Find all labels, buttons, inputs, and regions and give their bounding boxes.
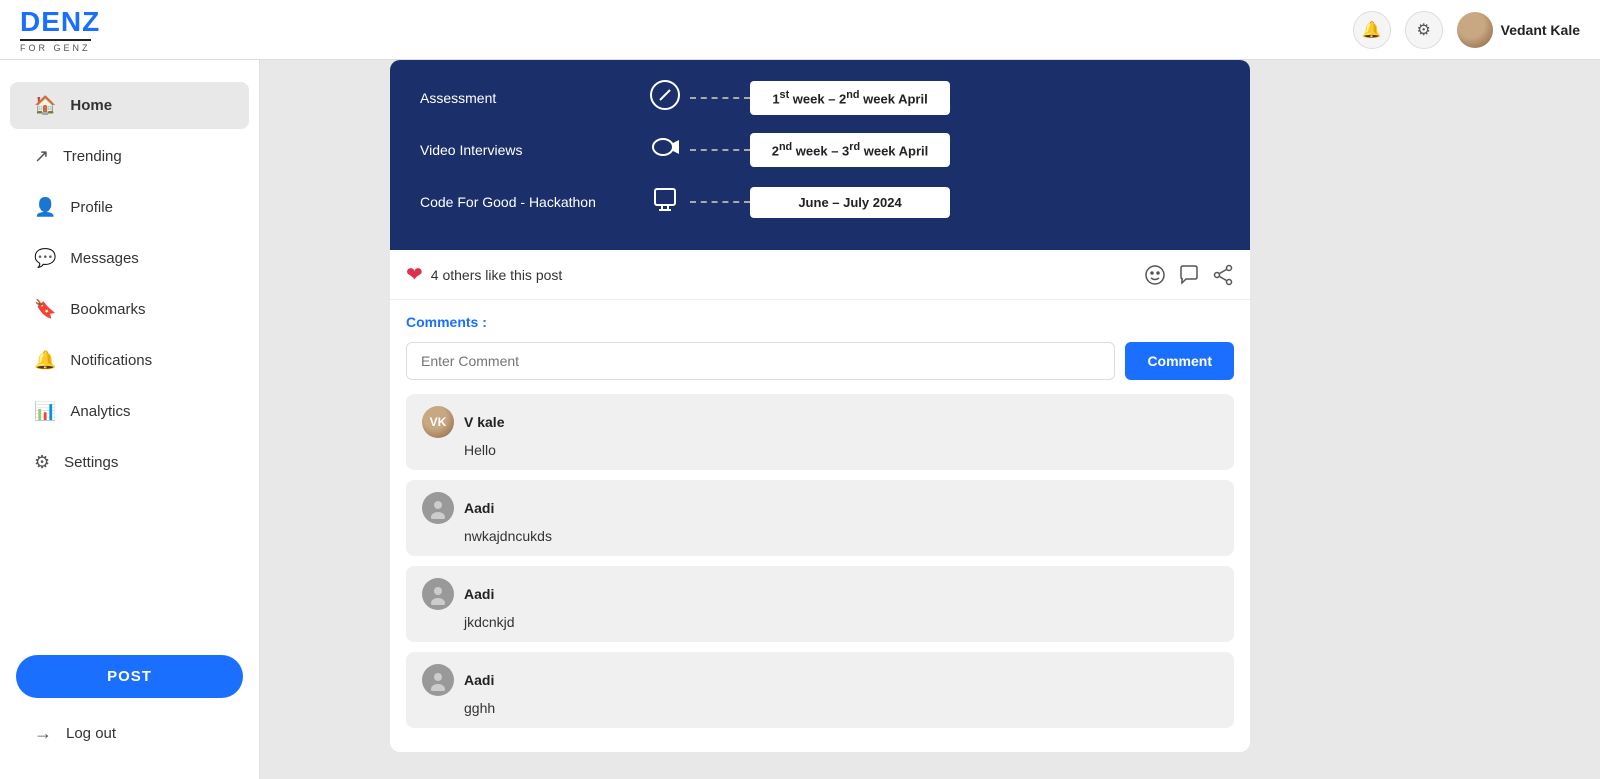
heart-icon[interactable]: ❤ bbox=[406, 262, 423, 287]
logo-d: D bbox=[20, 6, 41, 37]
comment-button[interactable] bbox=[1178, 264, 1200, 286]
comment-author-row: Aadi bbox=[422, 664, 1218, 696]
sidebar-label-settings: Settings bbox=[64, 454, 118, 471]
comment-author-row: Aadi bbox=[422, 578, 1218, 610]
home-icon: 🏠 bbox=[34, 95, 56, 116]
sidebar-item-settings[interactable]: ⚙ Settings bbox=[10, 439, 249, 486]
comment-text: Hello bbox=[464, 442, 1218, 458]
comment-author: V kale bbox=[464, 414, 504, 430]
logo: DENZ FOR GENZ bbox=[20, 6, 100, 53]
tl-icon-1 bbox=[640, 80, 690, 116]
react-button[interactable] bbox=[1144, 264, 1166, 286]
header: DENZ FOR GENZ 🔔 ⚙ Vedant Kale bbox=[0, 0, 1600, 60]
comment-item: VK V kale Hello bbox=[406, 394, 1234, 470]
timeline-row-1: Assessment 1st week – 2nd week April bbox=[420, 80, 1220, 116]
post-actions: ❤ 4 others like this post bbox=[390, 250, 1250, 300]
timeline-row-3: Code For Good - Hackathon June – July 20… bbox=[420, 184, 1220, 220]
comment-text: jkdcnkjd bbox=[464, 614, 1218, 630]
avatar-image bbox=[1457, 12, 1493, 48]
layout: 🏠 Home ↗ Trending 👤 Profile 💬 Messages 🔖… bbox=[0, 60, 1600, 779]
tl-icon-2 bbox=[640, 132, 690, 168]
sidebar: 🏠 Home ↗ Trending 👤 Profile 💬 Messages 🔖… bbox=[0, 60, 260, 779]
sidebar-item-bookmarks[interactable]: 🔖 Bookmarks bbox=[10, 286, 249, 333]
sidebar-item-notifications[interactable]: 🔔 Notifications bbox=[10, 337, 249, 384]
comment-input[interactable] bbox=[406, 342, 1115, 380]
comment-author: Aadi bbox=[464, 586, 494, 602]
sidebar-item-analytics[interactable]: 📊 Analytics bbox=[10, 388, 249, 435]
comment-item: Aadi gghh bbox=[406, 652, 1234, 728]
like-area: ❤ 4 others like this post bbox=[406, 262, 562, 287]
sidebar-item-profile[interactable]: 👤 Profile bbox=[10, 184, 249, 231]
post-image: Assessment 1st week – 2nd week April Vid… bbox=[390, 60, 1250, 250]
comment-author-row: Aadi bbox=[422, 492, 1218, 524]
feed: Assessment 1st week – 2nd week April Vid… bbox=[390, 60, 1250, 759]
comments-label: Comments : bbox=[406, 314, 1234, 330]
settings-icon: ⚙ bbox=[1416, 20, 1430, 40]
logout-icon: → bbox=[34, 723, 52, 744]
username: Vedant Kale bbox=[1501, 22, 1580, 38]
tl-dots-3 bbox=[690, 201, 750, 203]
sidebar-label-notifications: Notifications bbox=[70, 352, 152, 369]
comment-avatar bbox=[422, 664, 454, 696]
tl-label-1: Assessment bbox=[420, 90, 640, 106]
comment-author-row: VK V kale bbox=[422, 406, 1218, 438]
comment-avatar bbox=[422, 578, 454, 610]
comment-author: Aadi bbox=[464, 500, 494, 516]
sidebar-label-trending: Trending bbox=[63, 148, 122, 165]
user-info[interactable]: Vedant Kale bbox=[1457, 12, 1580, 48]
analytics-icon: 📊 bbox=[34, 401, 56, 422]
tl-label-3: Code For Good - Hackathon bbox=[420, 194, 640, 210]
main-content: Assessment 1st week – 2nd week April Vid… bbox=[260, 60, 1380, 779]
likes-text: 4 others like this post bbox=[431, 267, 563, 283]
header-right: 🔔 ⚙ Vedant Kale bbox=[1353, 11, 1580, 49]
logo-title: DENZ bbox=[20, 6, 100, 38]
timeline-row-2: Video Interviews 2nd week – 3rd week Apr… bbox=[420, 132, 1220, 168]
tl-date-1: 1st week – 2nd week April bbox=[750, 81, 950, 114]
bookmarks-icon: 🔖 bbox=[34, 299, 56, 320]
sidebar-item-messages[interactable]: 💬 Messages bbox=[10, 235, 249, 282]
comment-submit-button[interactable]: Comment bbox=[1125, 342, 1234, 380]
bell-icon: 🔔 bbox=[1362, 20, 1382, 40]
tl-dots-1 bbox=[690, 97, 750, 99]
messages-icon: 💬 bbox=[34, 248, 56, 269]
post-card: Assessment 1st week – 2nd week April Vid… bbox=[390, 60, 1250, 752]
sidebar-label-profile: Profile bbox=[70, 199, 113, 216]
trending-icon: ↗ bbox=[34, 146, 49, 167]
right-panel bbox=[1380, 60, 1600, 779]
bell-button[interactable]: 🔔 bbox=[1353, 11, 1391, 49]
sidebar-item-home[interactable]: 🏠 Home bbox=[10, 82, 249, 129]
sidebar-item-trending[interactable]: ↗ Trending bbox=[10, 133, 249, 180]
comment-avatar: VK bbox=[422, 406, 454, 438]
comments-section: Comments : Comment VK V kale Hello bbox=[390, 300, 1250, 752]
share-button[interactable] bbox=[1212, 264, 1234, 286]
comment-avatar bbox=[422, 492, 454, 524]
sidebar-label-home: Home bbox=[70, 97, 112, 114]
logo-subtitle: FOR GENZ bbox=[20, 39, 91, 53]
settings-button[interactable]: ⚙ bbox=[1405, 11, 1443, 49]
gear-icon: ⚙ bbox=[34, 452, 50, 473]
comment-item: Aadi nwkajdncukds bbox=[406, 480, 1234, 556]
logo-enz: ENZ bbox=[41, 6, 100, 37]
notifications-icon: 🔔 bbox=[34, 350, 56, 371]
tl-dots-2 bbox=[690, 149, 750, 151]
comment-input-row: Comment bbox=[406, 342, 1234, 380]
sidebar-label-logout: Log out bbox=[66, 725, 116, 742]
comment-item: Aadi jkdcnkjd bbox=[406, 566, 1234, 642]
sidebar-label-bookmarks: Bookmarks bbox=[70, 301, 145, 318]
post-button[interactable]: POST bbox=[16, 655, 243, 698]
tl-icon-3 bbox=[640, 184, 690, 220]
avatar bbox=[1457, 12, 1493, 48]
tl-date-2: 2nd week – 3rd week April bbox=[750, 133, 950, 166]
tl-date-3: June – July 2024 bbox=[750, 187, 950, 218]
sidebar-label-messages: Messages bbox=[70, 250, 138, 267]
profile-icon: 👤 bbox=[34, 197, 56, 218]
sidebar-label-analytics: Analytics bbox=[70, 403, 130, 420]
sidebar-item-logout[interactable]: → Log out bbox=[10, 710, 249, 757]
comment-text: gghh bbox=[464, 700, 1218, 716]
action-icons bbox=[1144, 264, 1234, 286]
tl-label-2: Video Interviews bbox=[420, 142, 640, 158]
comment-text: nwkajdncukds bbox=[464, 528, 1218, 544]
sidebar-spacer bbox=[0, 488, 259, 639]
comment-author: Aadi bbox=[464, 672, 494, 688]
